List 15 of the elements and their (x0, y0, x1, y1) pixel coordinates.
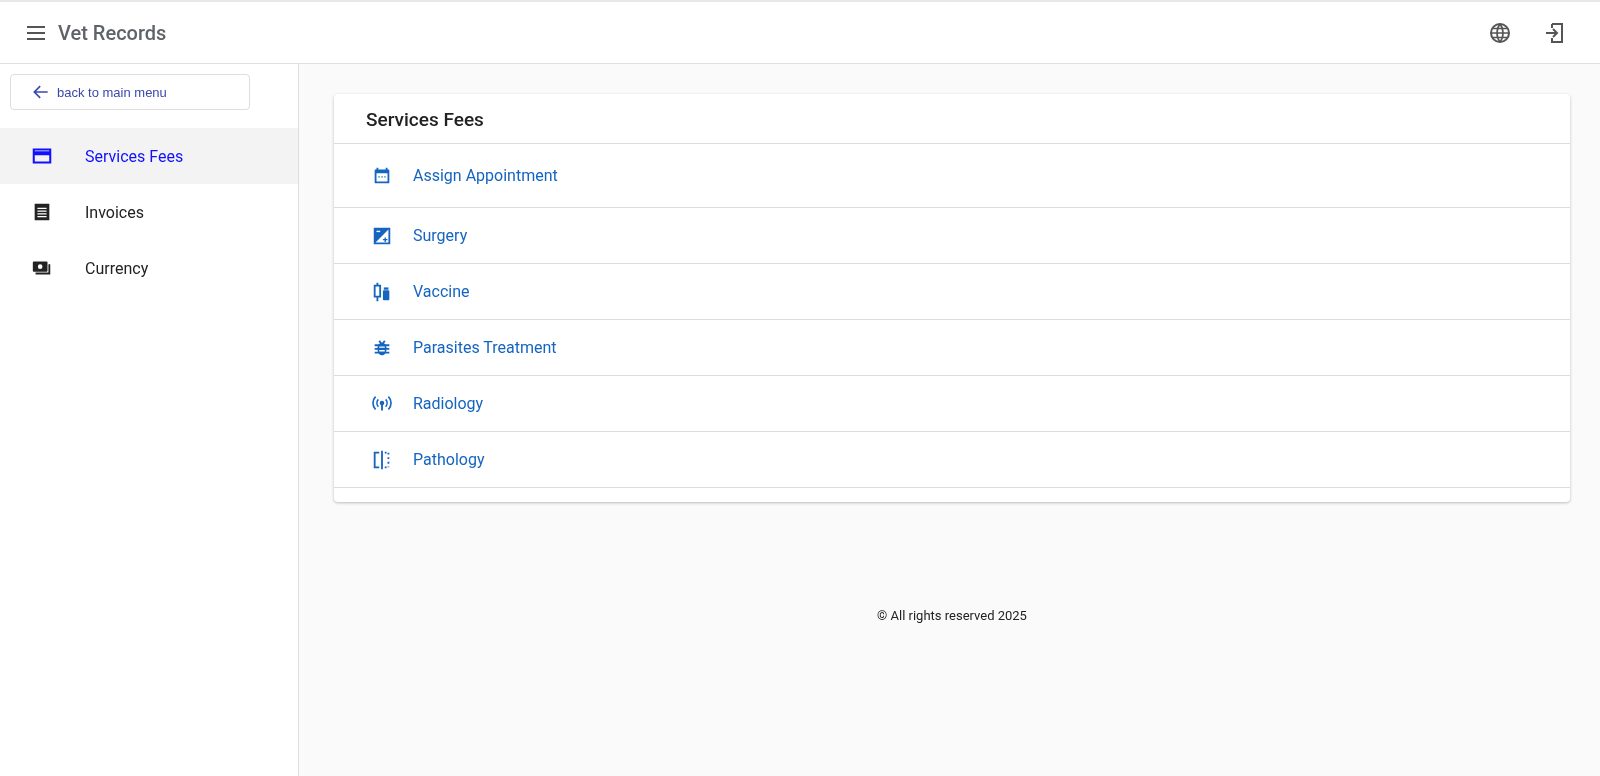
service-item[interactable]: Radiology (334, 376, 1570, 432)
service-item[interactable]: Parasites Treatment (334, 320, 1570, 376)
service-item[interactable]: Vaccine (334, 264, 1570, 320)
copyright-text: © All rights reserved 2025 (876, 608, 1028, 623)
back-button[interactable]: back to main menu (10, 74, 250, 110)
language-button[interactable] (1488, 20, 1512, 45)
sidebar-item[interactable]: Currency (0, 240, 298, 296)
service-item[interactable]: Assign Appointment (334, 144, 1570, 208)
service-item[interactable]: Surgery (334, 208, 1570, 264)
globe-icon (1488, 20, 1512, 45)
service-item[interactable]: Pathology (334, 432, 1570, 488)
card-title: Services Fees (334, 94, 1570, 144)
sidebar-item[interactable]: Invoices (0, 184, 298, 240)
sidebar-item[interactable]: Services Fees (0, 128, 298, 184)
app-title: Vet Records (58, 20, 168, 45)
